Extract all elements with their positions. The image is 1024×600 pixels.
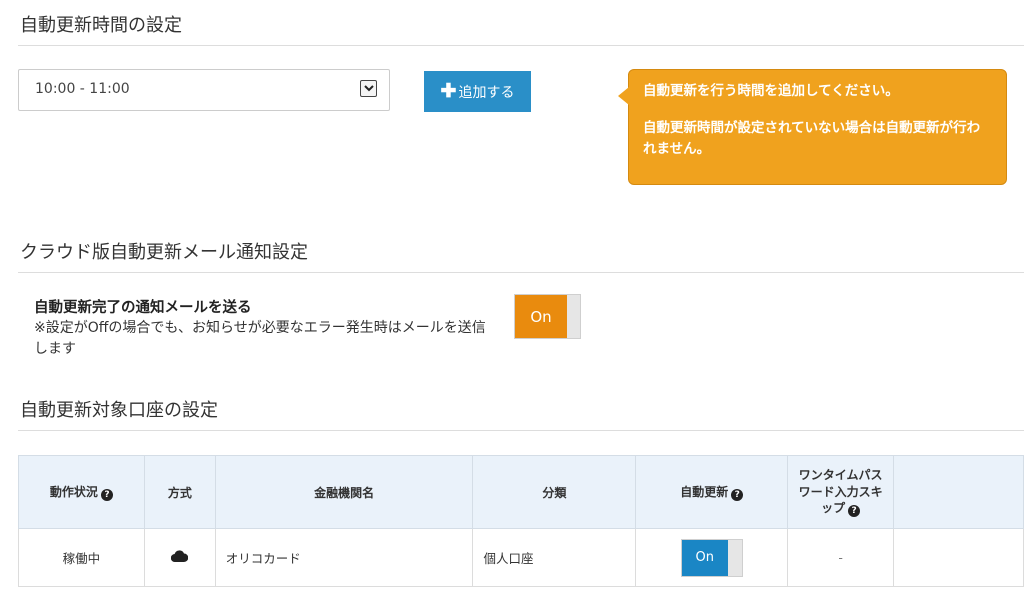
divider xyxy=(18,272,1024,273)
chevron-down-icon[interactable] xyxy=(360,80,377,97)
table-row: 稼働中 オリコカード 個人口座 On - xyxy=(18,528,1024,587)
add-time-button-label: 追加する xyxy=(458,83,515,100)
header-status: 動作状況? xyxy=(18,455,145,529)
divider xyxy=(18,430,1024,431)
tooltip-text-line2: 自動更新時間が設定されていない場合は自動更新が行われません。 xyxy=(643,119,981,157)
help-icon[interactable]: ? xyxy=(100,489,113,501)
update-time-section-title: 自動更新時間の設定 xyxy=(20,15,182,36)
plus-icon: ✚ xyxy=(440,81,457,102)
tooltip-text-line1: 自動更新を行う時間を追加してください。 xyxy=(643,83,899,99)
header-otp-skip: ワンタイムパスワード入力スキップ? xyxy=(787,455,895,529)
mail-section-title: クラウド版自動更新メール通知設定 xyxy=(20,242,308,263)
cell-institution: オリコカード xyxy=(214,528,474,587)
header-empty xyxy=(893,455,1024,529)
update-time-select-value: 10:00 - 11:00 xyxy=(35,81,130,97)
notify-mail-label: 自動更新完了の通知メールを送る xyxy=(34,300,252,316)
cell-empty xyxy=(893,528,1024,587)
update-time-tooltip: 自動更新を行う時間を追加してください。 自動更新時間が設定されていない場合は自動… xyxy=(618,69,1007,185)
cell-status: 稼働中 xyxy=(18,528,145,587)
accounts-table: 動作状況? 方式 金融機関名 分類 自動更新? ワンタイムパスワード入力スキップ… xyxy=(18,455,1024,587)
cell-category: 個人口座 xyxy=(472,528,637,587)
header-category: 分類 xyxy=(472,455,637,529)
cell-method xyxy=(143,528,216,587)
header-auto-update: 自動更新? xyxy=(635,455,789,529)
update-time-select[interactable]: 10:00 - 11:00 xyxy=(18,69,390,111)
notify-mail-note: ※設定がOffの場合でも、お知らせが必要なエラー発生時はメールを送信します xyxy=(34,320,486,357)
cloud-icon xyxy=(171,550,189,563)
help-icon[interactable]: ? xyxy=(731,489,744,501)
help-icon[interactable]: ? xyxy=(848,504,861,517)
notify-mail-toggle[interactable]: On xyxy=(514,294,581,339)
add-time-button[interactable]: ✚ 追加する xyxy=(424,71,531,112)
divider xyxy=(18,45,1024,46)
header-institution: 金融機関名 xyxy=(214,455,474,529)
cell-auto-update: On xyxy=(635,528,789,587)
header-method: 方式 xyxy=(143,455,216,529)
auto-update-toggle[interactable]: On xyxy=(680,538,743,577)
accounts-section-title: 自動更新対象口座の設定 xyxy=(20,400,218,421)
auto-update-toggle-on: On xyxy=(681,539,728,576)
notify-mail-toggle-on: On xyxy=(515,295,567,338)
cell-otp-skip: - xyxy=(787,528,895,587)
